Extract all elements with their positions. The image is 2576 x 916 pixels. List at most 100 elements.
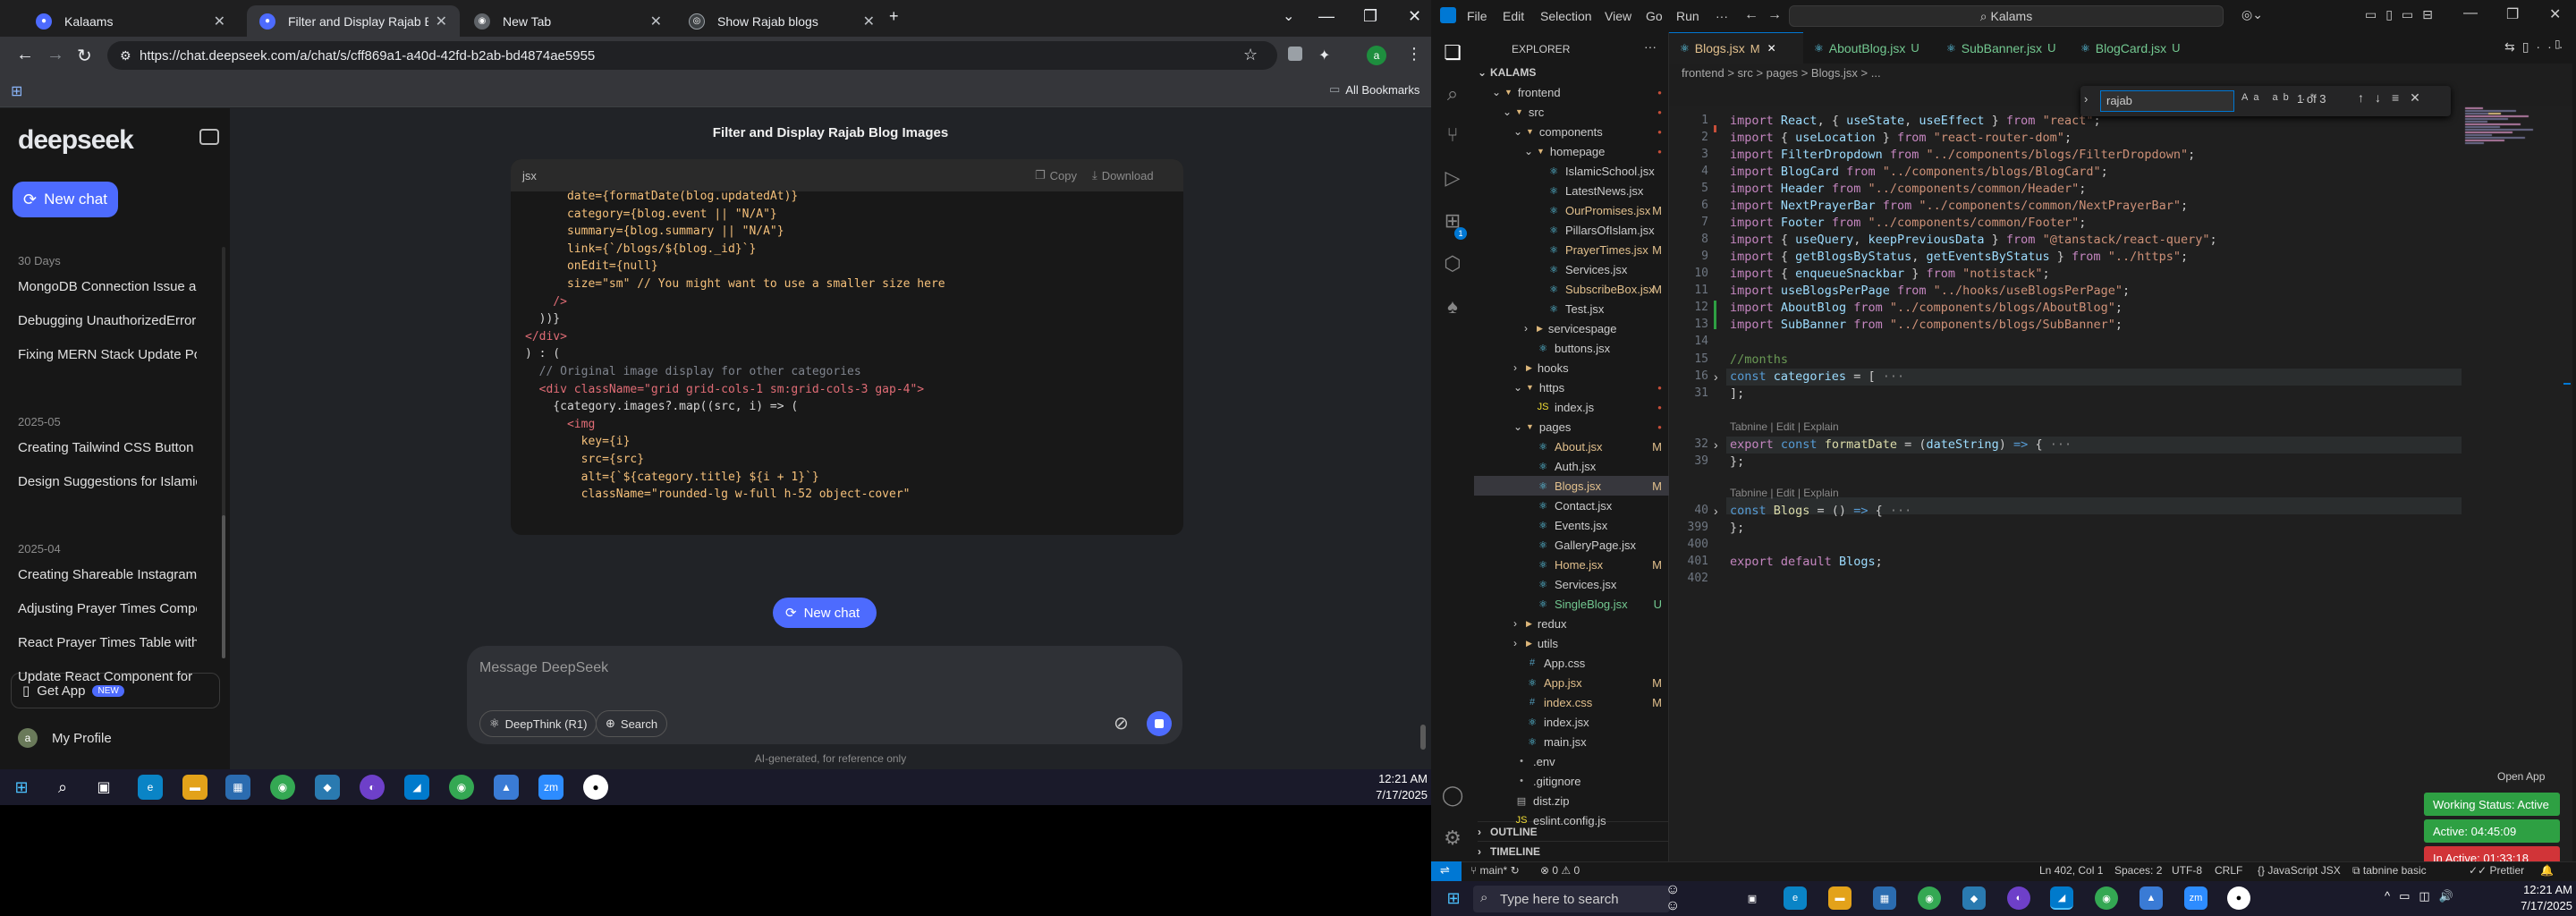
minimize-icon[interactable]: — — [1318, 7, 1335, 26]
tree-item[interactable]: ⚛ Services.jsx — [1474, 574, 1669, 594]
store-icon[interactable]: ▦ — [225, 775, 250, 800]
tree-item[interactable]: ⚛ Blogs.jsx M — [1474, 476, 1669, 496]
history-item[interactable]: Creating Tailwind CSS Button Cla — [18, 440, 197, 455]
git-branch[interactable]: ⑂ main* ↻ — [1470, 864, 1520, 877]
tree-item[interactable]: JS index.js ● — [1474, 397, 1669, 417]
workspace-root[interactable]: ⌄ KALAMS — [1478, 63, 1536, 82]
github-icon[interactable]: ◐ — [360, 775, 385, 800]
search-icon[interactable]: ⌕ — [50, 775, 75, 800]
history-item[interactable]: Creating Shareable Instagram St — [18, 567, 197, 582]
back-icon[interactable]: ← — [1744, 7, 1758, 23]
forward-icon[interactable]: → — [1767, 7, 1782, 23]
vscode-icon[interactable]: ◢ — [404, 775, 429, 800]
extensions-puzzle-icon[interactable]: ✦ — [1318, 47, 1330, 64]
fold-chevron-icon[interactable]: › — [1714, 369, 1718, 384]
close-tab-icon[interactable]: ✕ — [436, 13, 447, 30]
tree-item[interactable]: ⌄ ▼ components ● — [1474, 122, 1669, 141]
history-item[interactable]: Update React Component for Pr — [18, 669, 197, 684]
cursor-position[interactable]: Ln 402, Col 1 — [2039, 864, 2103, 877]
zoom-icon[interactable]: zm — [538, 775, 564, 800]
tree-item[interactable]: ⚛ PillarsOfIslam.jsx — [1474, 220, 1669, 240]
tree-item[interactable]: › ▶ servicespage — [1474, 318, 1669, 338]
edge-icon[interactable]: e — [1784, 886, 1807, 910]
tree-item[interactable]: ▤ dist.zip — [1474, 791, 1669, 810]
tree-item[interactable]: # index.css M — [1474, 692, 1669, 712]
vscode-icon[interactable]: ◢ — [2050, 886, 2073, 910]
file-explorer-icon[interactable]: ▬ — [1828, 886, 1852, 910]
menu-[interactable]: ··· — [1716, 9, 1728, 23]
photos-icon[interactable]: ▲ — [494, 775, 519, 800]
problems[interactable]: ⊗ 0 ⚠ 0 — [1540, 864, 1580, 877]
history-item[interactable]: Design Suggestions for Islamic W — [18, 474, 197, 489]
editor-tab[interactable]: ⚛ Blogs.jsx M ✕ — [1669, 32, 1803, 64]
chrome-icon[interactable]: ◉ — [270, 775, 295, 800]
manage-gear-icon[interactable]: ⚙ — [1441, 827, 1464, 850]
find-nav-icons[interactable]: ↑↓≡✕ — [2358, 90, 2431, 106]
source-control-icon[interactable]: ⑂ — [1441, 123, 1464, 147]
tree-item[interactable]: ⌄ ▼ homepage ● — [1474, 141, 1669, 161]
menu-selection[interactable]: Selection — [1540, 9, 1592, 23]
encoding[interactable]: UTF-8 — [2172, 864, 2202, 877]
tab-search-icon[interactable]: ⌄ — [1283, 7, 1294, 25]
new-chat-button[interactable]: ⟳ New chat — [13, 182, 118, 217]
run-debug-icon[interactable]: ▷ — [1441, 166, 1464, 190]
tree-item[interactable]: ⚛ SubscribeBox.jsx M — [1474, 279, 1669, 299]
minimap[interactable] — [2462, 106, 2560, 150]
breadcrumb[interactable]: frontend > src > pages > Blogs.jsx > ... — [1682, 66, 1881, 80]
new-chat-pill-button[interactable]: ⟳ New chat — [773, 598, 877, 628]
tree-item[interactable]: ⌄ ▼ frontend ● — [1474, 82, 1669, 102]
chrome-icon[interactable]: ◉ — [1918, 886, 1941, 910]
tree-item[interactable]: ⚛ index.jsx — [1474, 712, 1669, 732]
tree-item[interactable]: ⚛ Test.jsx — [1474, 299, 1669, 318]
remote-indicator[interactable]: ⇌ — [1431, 861, 1462, 881]
tree-item[interactable]: › ▶ redux — [1474, 614, 1669, 633]
tree-item[interactable]: › ▶ hooks — [1474, 358, 1669, 377]
copy-button[interactable]: ❐ Copy — [1035, 168, 1077, 182]
app-icon[interactable]: ◆ — [1962, 886, 1986, 910]
tree-item[interactable]: ⚛ OurPromises.jsx M — [1474, 200, 1669, 220]
sidebar-scrollbar[interactable] — [222, 247, 225, 658]
menu-view[interactable]: View — [1605, 9, 1631, 23]
download-button[interactable]: ⤓ Download — [1092, 168, 1154, 182]
tree-item[interactable]: ⚛ Home.jsx M — [1474, 555, 1669, 574]
editor-scrollbar[interactable] — [2560, 106, 2572, 861]
close-tab-icon[interactable]: ✕ — [1767, 42, 1776, 55]
editor-tab[interactable]: ⚛ SubBanner.jsx U — [1936, 32, 2070, 64]
site-info-icon[interactable]: ⚙ — [120, 48, 131, 64]
tree-item[interactable]: ⌄ ▼ https ● — [1474, 377, 1669, 397]
mongodb-leaf-icon[interactable]: ♠ — [1441, 295, 1464, 318]
menu-go[interactable]: Go — [1646, 9, 1663, 23]
extension-icon[interactable] — [1288, 47, 1302, 61]
fold-chevron-icon[interactable]: › — [1714, 504, 1718, 518]
tabnine-status[interactable]: ⧉ tabnine basic — [2352, 864, 2427, 878]
prettier-status[interactable]: ✓✓ Prettier — [2469, 864, 2524, 877]
taskbar-search[interactable]: ⌕ Type here to search — [1473, 886, 1670, 912]
codelens-format-date[interactable]: Tabnine | Edit | Explain — [1730, 420, 1839, 433]
command-center[interactable]: ⌕ Kalams — [1789, 5, 2224, 27]
tree-item[interactable]: ⚛ main.jsx — [1474, 732, 1669, 751]
fold-chevron-icon[interactable]: › — [1714, 437, 1718, 452]
chrome-icon[interactable]: ◉ — [2095, 886, 2118, 910]
search-toggle[interactable]: ⊕ Search — [596, 710, 668, 737]
windows-start-icon[interactable]: ⊞ — [9, 775, 34, 800]
tree-item[interactable]: ⚛ Services.jsx — [1474, 259, 1669, 279]
forward-icon[interactable]: → — [47, 45, 64, 65]
edge-icon[interactable]: e — [138, 775, 163, 800]
menu-run[interactable]: Run — [1676, 9, 1699, 23]
language-mode[interactable]: {} JavaScript JSX — [2258, 864, 2341, 877]
codelens-blogs[interactable]: Tabnine | Edit | Explain — [1730, 487, 1839, 499]
system-tray-icons[interactable]: ^▭◫🔊 — [2385, 889, 2462, 903]
github-icon[interactable]: ◐ — [2007, 886, 2030, 910]
history-item[interactable]: MongoDB Connection Issue and — [18, 279, 197, 294]
history-item[interactable]: React Prayer Times Table with Ta — [18, 635, 197, 650]
emoji-widget-icon[interactable]: ☺☺ — [1665, 882, 1689, 913]
tree-item[interactable]: ⚛ SingleBlog.jsx U — [1474, 594, 1669, 614]
tree-item[interactable]: JS eslint.config.js — [1474, 810, 1669, 830]
tree-item[interactable]: ⚛ Contact.jsx — [1474, 496, 1669, 515]
reload-icon[interactable]: ↻ — [77, 45, 92, 67]
close-window-icon[interactable]: ✕ — [1408, 7, 1421, 26]
minimize-icon[interactable]: — — [2463, 5, 2478, 21]
windows-start-icon[interactable]: ⊞ — [1442, 886, 1465, 910]
my-profile[interactable]: a My Profile — [18, 728, 112, 748]
task-view-icon[interactable]: ▣ — [1741, 886, 1764, 910]
